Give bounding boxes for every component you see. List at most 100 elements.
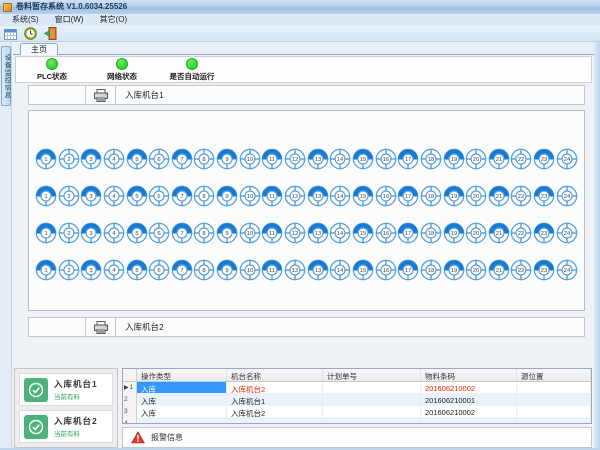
slot-indicator[interactable]: 4 xyxy=(103,259,125,281)
column-header[interactable]: 计划单号 xyxy=(323,369,421,381)
table-cell[interactable] xyxy=(517,418,591,424)
slot-indicator[interactable]: 13 xyxy=(307,148,329,170)
slot-indicator[interactable]: 2 xyxy=(58,185,80,207)
slot-indicator[interactable]: 1 xyxy=(35,185,57,207)
slot-indicator[interactable]: 5 xyxy=(126,185,148,207)
menu-item[interactable]: 系统(S) xyxy=(4,14,47,26)
table-cell[interactable] xyxy=(137,418,227,424)
slot-indicator[interactable]: 3 xyxy=(80,148,102,170)
slot-indicator[interactable]: 6 xyxy=(148,259,170,281)
slot-indicator[interactable]: 17 xyxy=(397,185,419,207)
slot-indicator[interactable]: 12 xyxy=(284,148,306,170)
slot-indicator[interactable]: 23 xyxy=(533,259,555,281)
slot-indicator[interactable]: 9 xyxy=(216,148,238,170)
slot-indicator[interactable]: 11 xyxy=(261,185,283,207)
slot-indicator[interactable]: 12 xyxy=(284,222,306,244)
slot-indicator[interactable]: 20 xyxy=(465,185,487,207)
slot-indicator[interactable]: 19 xyxy=(443,222,465,244)
slot-indicator[interactable]: 16 xyxy=(375,148,397,170)
slot-indicator[interactable]: 16 xyxy=(375,222,397,244)
slot-indicator[interactable]: 9 xyxy=(216,185,238,207)
table-row[interactable]: 4 xyxy=(123,418,591,424)
slot-indicator[interactable]: 6 xyxy=(148,222,170,244)
table-cell[interactable] xyxy=(227,418,323,424)
slot-indicator[interactable]: 14 xyxy=(329,185,351,207)
slot-indicator[interactable]: 19 xyxy=(443,259,465,281)
slot-indicator[interactable]: 17 xyxy=(397,259,419,281)
slot-indicator[interactable]: 9 xyxy=(216,259,238,281)
slot-indicator[interactable]: 5 xyxy=(126,222,148,244)
slot-indicator[interactable]: 23 xyxy=(533,185,555,207)
slot-indicator[interactable]: 3 xyxy=(80,259,102,281)
table-cell[interactable]: 入库 xyxy=(137,394,227,406)
table-cell[interactable] xyxy=(421,418,517,424)
column-header[interactable]: 源位置 xyxy=(517,369,591,381)
side-panel-tab[interactable]: 设备监控信息 xyxy=(1,46,11,106)
slot-indicator[interactable]: 13 xyxy=(307,222,329,244)
print-button-station1[interactable] xyxy=(85,86,116,104)
slot-indicator[interactable]: 16 xyxy=(375,185,397,207)
table-cell[interactable] xyxy=(517,382,591,394)
slot-indicator[interactable]: 6 xyxy=(148,148,170,170)
slot-indicator[interactable]: 2 xyxy=(58,148,80,170)
exit-icon[interactable] xyxy=(43,27,58,41)
table-cell[interactable] xyxy=(323,406,421,418)
table-cell[interactable]: 入库 xyxy=(137,406,227,418)
slot-indicator[interactable]: 20 xyxy=(465,222,487,244)
table-row[interactable]: 3入库入库机台2201606210002 xyxy=(123,406,591,418)
slot-indicator[interactable]: 18 xyxy=(420,185,442,207)
column-header[interactable]: 机台名称 xyxy=(227,369,323,381)
clock-icon[interactable] xyxy=(23,27,38,41)
table-cell[interactable]: 入库机台2 xyxy=(227,406,323,418)
print-button-station2[interactable] xyxy=(85,318,116,336)
slot-indicator[interactable]: 1 xyxy=(35,148,57,170)
slot-indicator[interactable]: 8 xyxy=(193,185,215,207)
slot-indicator[interactable]: 4 xyxy=(103,222,125,244)
slot-indicator[interactable]: 23 xyxy=(533,148,555,170)
slot-indicator[interactable]: 12 xyxy=(284,259,306,281)
slot-indicator[interactable]: 8 xyxy=(193,259,215,281)
table-cell[interactable] xyxy=(323,418,421,424)
slot-indicator[interactable]: 19 xyxy=(443,148,465,170)
slot-indicator[interactable]: 2 xyxy=(58,222,80,244)
slot-indicator[interactable]: 7 xyxy=(171,148,193,170)
station-card[interactable]: 入库机台2当前有料 xyxy=(19,410,113,443)
slot-indicator[interactable]: 24 xyxy=(556,222,578,244)
slot-indicator[interactable]: 14 xyxy=(329,259,351,281)
table-cell[interactable]: 201606210001 xyxy=(421,394,517,406)
table-cell[interactable] xyxy=(517,406,591,418)
slot-indicator[interactable]: 7 xyxy=(171,259,193,281)
slot-indicator[interactable]: 10 xyxy=(239,185,261,207)
slot-indicator[interactable]: 15 xyxy=(352,148,374,170)
slot-indicator[interactable]: 16 xyxy=(375,259,397,281)
slot-indicator[interactable]: 5 xyxy=(126,259,148,281)
slot-indicator[interactable]: 24 xyxy=(556,259,578,281)
table-row[interactable]: ▶1入库入库机台2201606210002 xyxy=(123,382,591,394)
slot-indicator[interactable]: 19 xyxy=(443,185,465,207)
slot-indicator[interactable]: 17 xyxy=(397,148,419,170)
slot-indicator[interactable]: 3 xyxy=(80,185,102,207)
slot-indicator[interactable]: 3 xyxy=(80,222,102,244)
slot-indicator[interactable]: 14 xyxy=(329,148,351,170)
table-cell[interactable]: 入库机台2 xyxy=(227,382,323,394)
slot-indicator[interactable]: 20 xyxy=(465,148,487,170)
slot-indicator[interactable]: 18 xyxy=(420,222,442,244)
slot-indicator[interactable]: 21 xyxy=(488,259,510,281)
tab-home[interactable]: 主页 xyxy=(20,43,58,55)
slot-indicator[interactable]: 24 xyxy=(556,185,578,207)
slot-indicator[interactable]: 24 xyxy=(556,148,578,170)
slot-indicator[interactable]: 8 xyxy=(193,222,215,244)
table-cell[interactable] xyxy=(323,382,421,394)
slot-indicator[interactable]: 11 xyxy=(261,148,283,170)
slot-indicator[interactable]: 4 xyxy=(103,185,125,207)
slot-indicator[interactable]: 23 xyxy=(533,222,555,244)
slot-indicator[interactable]: 11 xyxy=(261,259,283,281)
slot-indicator[interactable]: 2 xyxy=(58,259,80,281)
slot-indicator[interactable]: 10 xyxy=(239,148,261,170)
slot-indicator[interactable]: 10 xyxy=(239,222,261,244)
table-cell[interactable] xyxy=(517,394,591,406)
slot-indicator[interactable]: 9 xyxy=(216,222,238,244)
slot-indicator[interactable]: 21 xyxy=(488,148,510,170)
slot-indicator[interactable]: 21 xyxy=(488,185,510,207)
slot-indicator[interactable]: 22 xyxy=(510,185,532,207)
